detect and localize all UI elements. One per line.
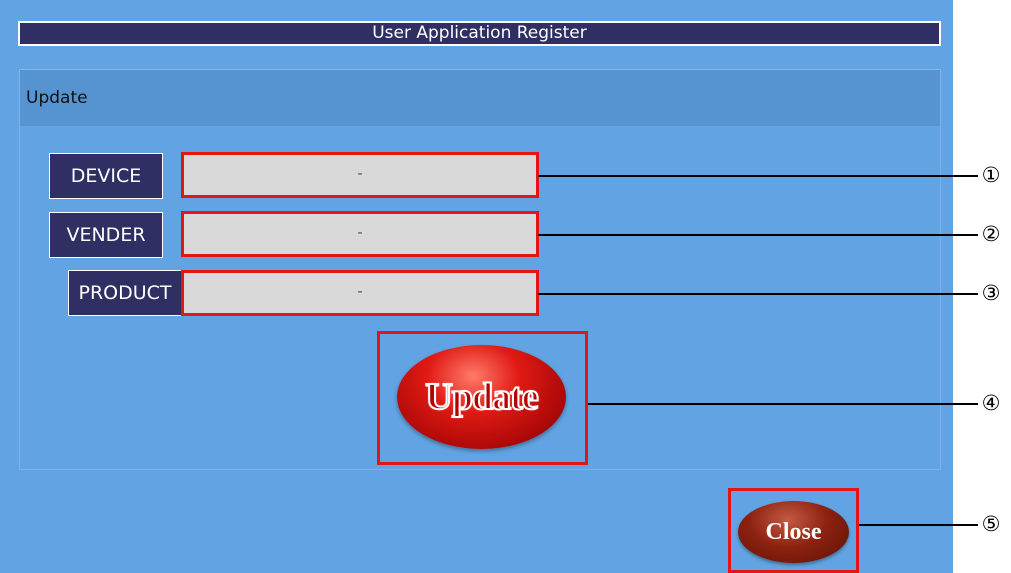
device-field[interactable]: - bbox=[181, 152, 539, 198]
callout-line-2 bbox=[538, 234, 978, 236]
callout-number-3: ③ bbox=[981, 281, 1001, 305]
window-title: User Application Register bbox=[18, 21, 941, 46]
callout-line-4 bbox=[588, 403, 978, 405]
product-field[interactable]: - bbox=[181, 270, 539, 316]
device-label: DEVICE bbox=[49, 153, 163, 199]
callout-number-2: ② bbox=[981, 222, 1001, 246]
close-button[interactable]: Close bbox=[738, 501, 849, 563]
vender-label: VENDER bbox=[49, 212, 163, 258]
group-header: Update bbox=[20, 70, 940, 126]
update-button[interactable]: Update bbox=[397, 345, 566, 449]
close-button-label: Close bbox=[765, 518, 822, 545]
callout-line-1 bbox=[538, 175, 978, 177]
callout-number-1: ① bbox=[981, 163, 1001, 187]
product-label: PRODUCT bbox=[68, 270, 182, 316]
vender-field[interactable]: - bbox=[181, 211, 539, 257]
callout-line-3 bbox=[538, 293, 978, 295]
update-button-label: Update bbox=[424, 375, 539, 419]
callout-number-5: ⑤ bbox=[981, 512, 1001, 536]
callout-line-5 bbox=[859, 524, 978, 526]
dialog-panel: User Application Register Update DEVICE … bbox=[0, 0, 953, 573]
callout-number-4: ④ bbox=[981, 391, 1001, 415]
